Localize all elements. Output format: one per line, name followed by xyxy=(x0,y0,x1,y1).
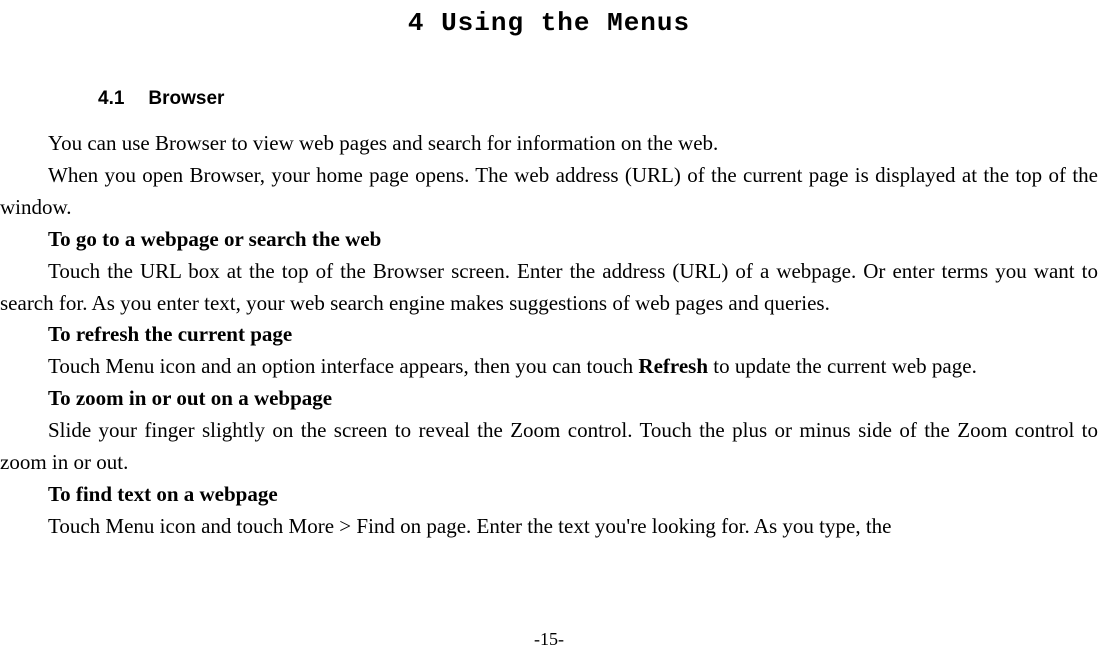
page-number: -15- xyxy=(0,629,1098,650)
refresh-bold: Refresh xyxy=(638,354,708,378)
body-text: You can use Browser to view web pages an… xyxy=(0,128,1098,543)
paragraph-goto: Touch the URL box at the top of the Brow… xyxy=(0,256,1098,320)
paragraph-zoom: Slide your finger slightly on the screen… xyxy=(0,415,1098,479)
paragraph-refresh-c: to update the current web page. xyxy=(708,354,977,378)
heading-zoom: To zoom in or out on a webpage xyxy=(0,383,1098,415)
heading-goto: To go to a webpage or search the web xyxy=(0,224,1098,256)
paragraph-intro-1: You can use Browser to view web pages an… xyxy=(0,128,1098,160)
paragraph-find: Touch Menu icon and touch More > Find on… xyxy=(0,511,1098,543)
heading-find: To find text on a webpage xyxy=(0,479,1098,511)
section-name: Browser xyxy=(148,88,224,109)
paragraph-intro-2: When you open Browser, your home page op… xyxy=(0,160,1098,224)
page-title: 4 Using the Menus xyxy=(0,8,1098,38)
section-number: 4.1 xyxy=(98,88,124,109)
paragraph-refresh-a: Touch Menu icon and an option interface … xyxy=(48,354,638,378)
paragraph-refresh: Touch Menu icon and an option interface … xyxy=(0,351,1098,383)
section-header: 4.1 Browser xyxy=(98,88,1098,110)
heading-refresh: To refresh the current page xyxy=(0,319,1098,351)
